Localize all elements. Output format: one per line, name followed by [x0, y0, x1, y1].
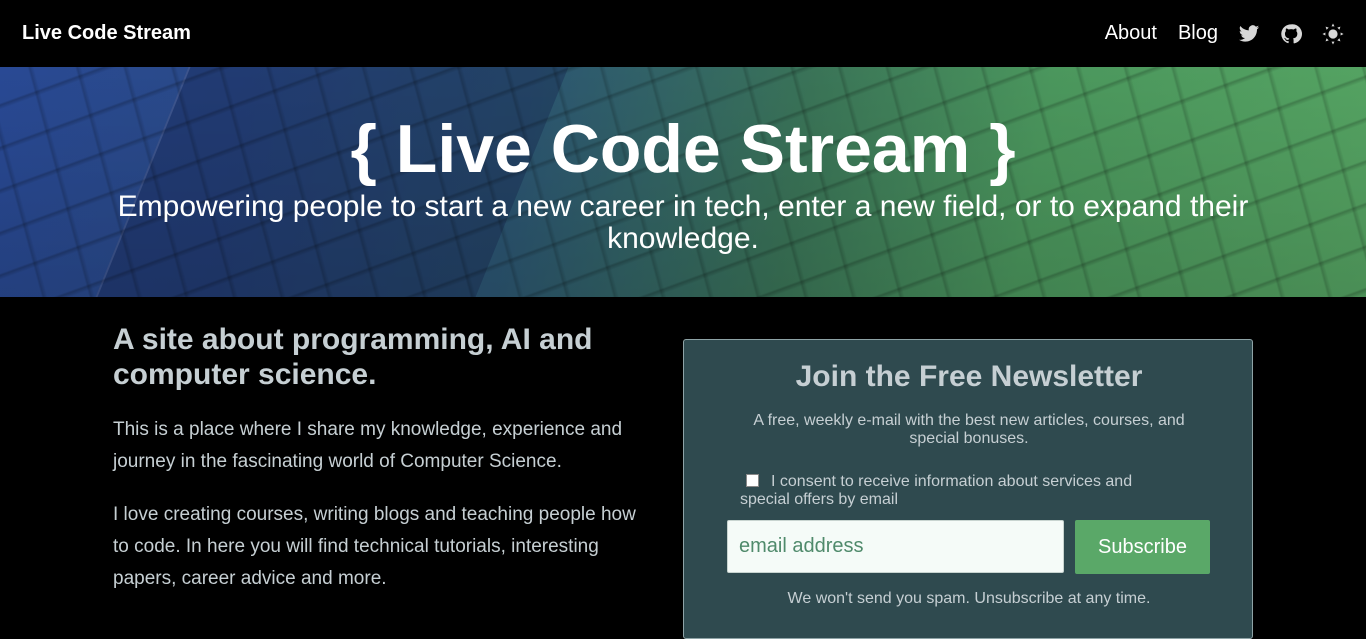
nav-link-blog[interactable]: Blog [1178, 22, 1218, 45]
intro-headline: A site about programming, AI and compute… [113, 323, 593, 391]
newsletter-description: A free, weekly e-mail with the best new … [753, 412, 1185, 447]
site-brand-link[interactable]: Live Code Stream [22, 22, 191, 45]
theme-toggle-icon[interactable] [1322, 22, 1344, 45]
intro-paragraph: I love creating courses, writing blogs a… [113, 504, 636, 589]
nav-link-about[interactable]: About [1105, 22, 1157, 45]
top-navbar: Live Code Stream About Blog [0, 0, 1366, 67]
hero-banner: { Live Code Stream } Empowering people t… [0, 67, 1366, 297]
consent-label: I consent to receive information about s… [740, 473, 1133, 508]
email-input[interactable] [727, 520, 1064, 573]
intro-section: A site about programming, AI and compute… [113, 322, 643, 595]
consent-row: I consent to receive information about s… [740, 473, 1180, 509]
newsletter-footnote: We won't send you spam. Unsubscribe at a… [787, 590, 1151, 607]
subscribe-button[interactable]: Subscribe [1075, 520, 1210, 574]
github-icon[interactable] [1280, 23, 1302, 45]
newsletter-card: Join the Free Newsletter A free, weekly … [683, 339, 1253, 639]
intro-paragraph: This is a place where I share my knowled… [113, 419, 623, 472]
newsletter-title: Join the Free Newsletter [795, 360, 1143, 393]
consent-checkbox[interactable] [746, 474, 759, 487]
nav-links: About Blog [1084, 22, 1344, 45]
hero-title: { Live Code Stream } [350, 111, 1016, 187]
twitter-icon[interactable] [1238, 23, 1260, 45]
hero-subtitle: Empowering people to start a new career … [117, 190, 1249, 255]
